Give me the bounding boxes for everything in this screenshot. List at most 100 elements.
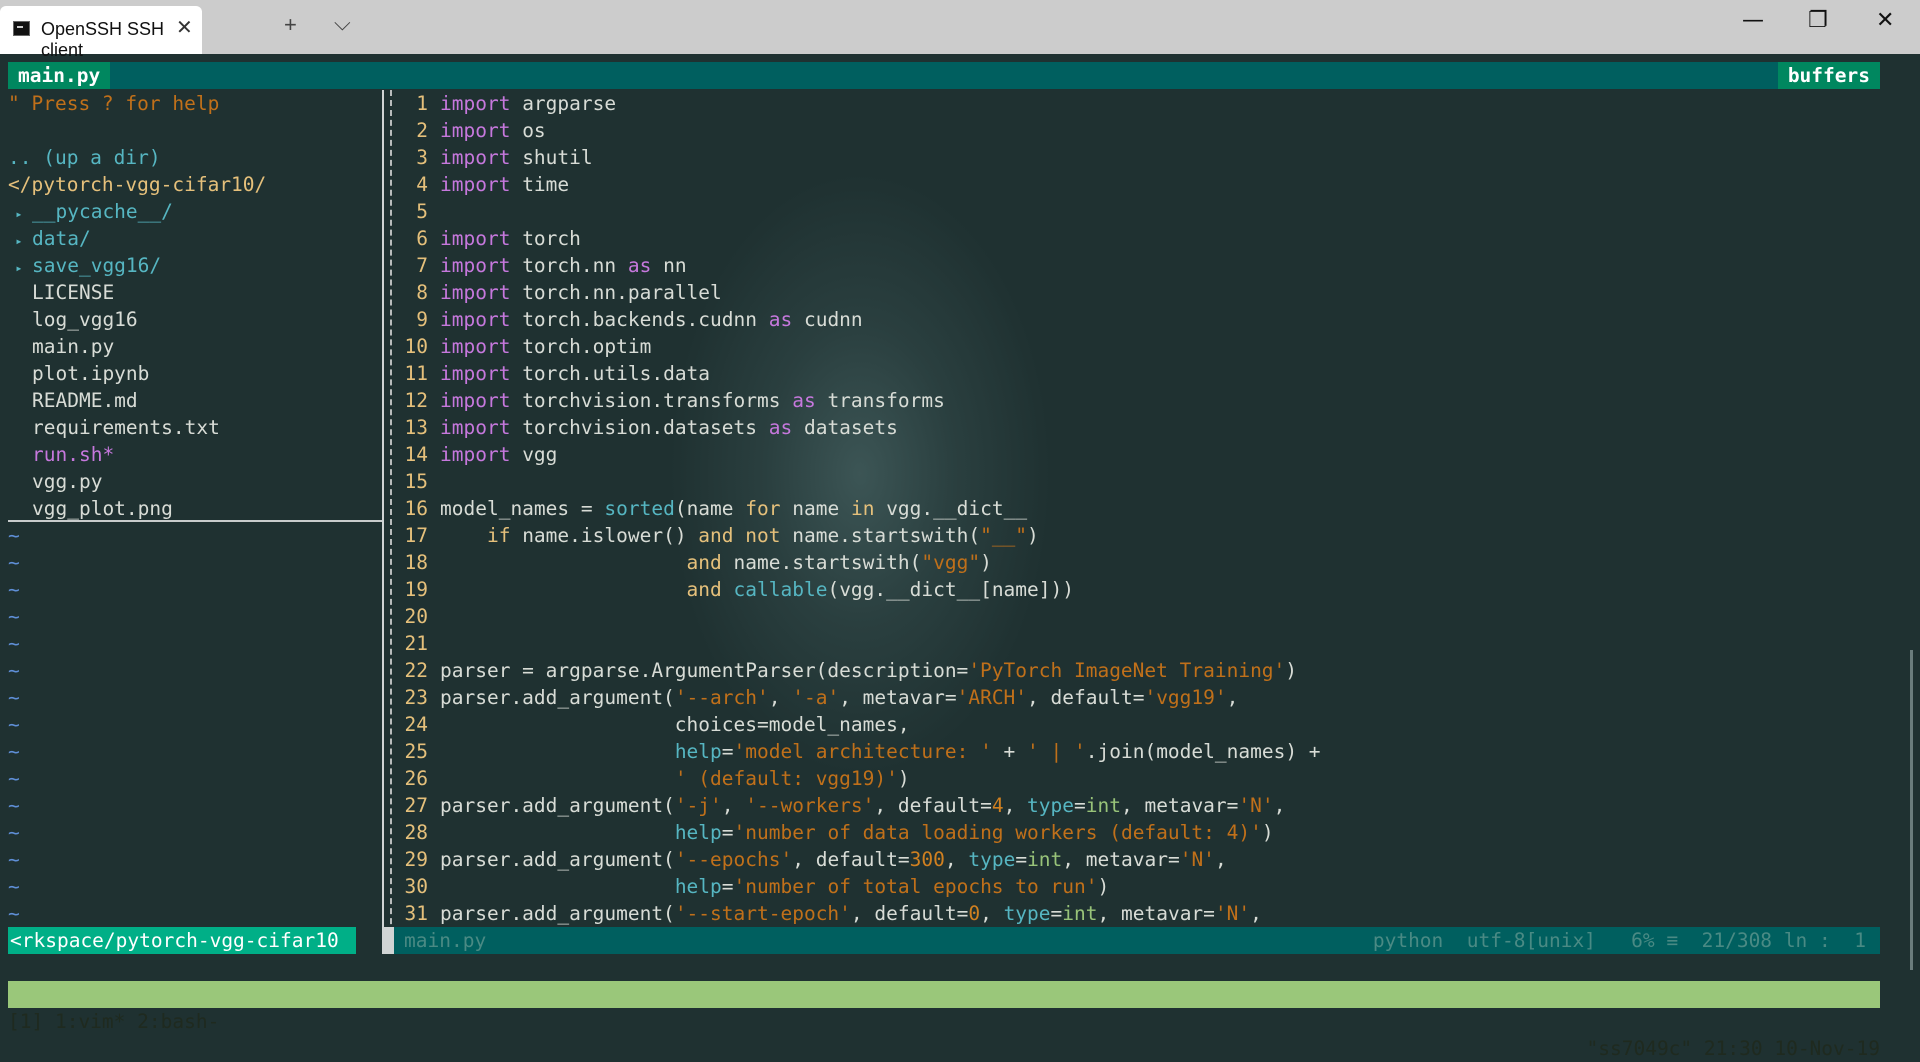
code-line[interactable]: 20 <box>396 603 440 630</box>
code-line[interactable]: 1 import argparse <box>396 90 616 117</box>
code-token: parser.add_argument( <box>440 794 675 817</box>
line-number: 3 <box>416 146 428 169</box>
tree-item[interactable]: LICENSE <box>8 279 382 306</box>
code-token: import <box>440 389 511 412</box>
tree-item-label: plot.ipynb <box>32 362 150 385</box>
help-hint-label: " Press ? for help <box>8 92 220 115</box>
terminal-tab[interactable]: OpenSSH SSH client ✕ <box>0 6 202 60</box>
tree-item[interactable]: ▸ __pycache__/ <box>8 198 382 225</box>
help-hint[interactable]: " Press ? for help <box>8 90 382 117</box>
status-filename: main.py <box>404 929 487 952</box>
code-token: torch <box>510 227 581 250</box>
tree-item[interactable]: ▸ data/ <box>8 225 382 252</box>
code-token: 'ARCH' <box>956 686 1028 709</box>
code-token: as <box>768 416 793 439</box>
line-number: 17 <box>404 524 428 547</box>
tree-item-label: vgg.py <box>32 470 103 493</box>
tree-item-label: requirements.txt <box>32 416 220 439</box>
scrollbar[interactable] <box>1910 650 1913 970</box>
minimize-button[interactable]: — <box>1742 8 1764 33</box>
code-token: parser = argparse.ArgumentParser(descrip… <box>440 659 969 682</box>
line-number: 1 <box>416 92 428 115</box>
tree-item[interactable]: requirements.txt <box>8 414 382 441</box>
code-line[interactable]: 30 help='number of total epochs to run') <box>396 873 1110 900</box>
tmux-windows[interactable]: [1] 1:vim* 2:bash- <box>8 1008 219 1035</box>
line-number: 22 <box>404 659 428 682</box>
code-token: argparse <box>510 92 617 115</box>
tree-item[interactable]: plot.ipynb <box>8 360 382 387</box>
code-token: '--start-epoch' <box>674 902 851 925</box>
code-line[interactable]: 9 import torch.backends.cudnn as cudnn <box>396 306 862 333</box>
code-line[interactable]: 10 import torch.optim <box>396 333 652 360</box>
code-token: sorted <box>604 497 675 520</box>
code-line[interactable]: 18 and name.startswith("vgg") <box>396 549 992 576</box>
code-line[interactable]: 11 import torch.utils.data <box>396 360 711 387</box>
code-line[interactable]: 24 choices=model_names, <box>396 711 910 738</box>
line-number: 23 <box>404 686 428 709</box>
tree-item[interactable]: README.md <box>8 387 382 414</box>
code-token: '--epochs' <box>674 848 793 871</box>
buffer-tab-main-py[interactable]: main.py <box>8 62 111 89</box>
tilde-line-label: ~ <box>8 605 20 628</box>
code-line[interactable]: 26 ' (default: vgg19)') <box>396 765 910 792</box>
tilde-line-label: ~ <box>8 659 20 682</box>
tree-item-label: vgg_plot.png <box>32 497 173 520</box>
tree-item[interactable]: vgg_plot.png <box>8 495 382 522</box>
close-button[interactable]: ✕ <box>1876 8 1894 33</box>
code-token: torch.nn <box>510 254 628 277</box>
status-encoding: utf-8[unix] <box>1466 929 1596 952</box>
code-token: ) <box>1097 875 1110 898</box>
code-line[interactable]: 12 import torchvision.transforms as trans… <box>396 387 945 414</box>
code-line[interactable]: 2 import os <box>396 117 545 144</box>
tab-dropdown-icon[interactable]: ⌵ <box>334 10 351 36</box>
code-token: "__" <box>980 524 1028 547</box>
tree-item[interactable]: main.py <box>8 333 382 360</box>
code-token: 'PyTorch ImageNet Training' <box>968 659 1286 682</box>
line-number: 27 <box>404 794 428 817</box>
code-line[interactable]: 21 <box>396 630 440 657</box>
code-line[interactable]: 5 <box>396 198 440 225</box>
code-token: = <box>1050 902 1063 925</box>
tab-close-icon[interactable]: ✕ <box>176 15 193 40</box>
code-line[interactable]: 8 import torch.nn.parallel <box>396 279 722 306</box>
tree-item-label: data/ <box>32 227 91 250</box>
code-line[interactable]: 3 import shutil <box>396 144 592 171</box>
code-token: help <box>674 875 722 898</box>
code-line[interactable]: 25 help='model architecture: ' + ' | '.j… <box>396 738 1321 765</box>
code-token: , default= <box>1027 686 1145 709</box>
code-line[interactable]: 27 parser.add_argument('-j', '--workers',… <box>396 792 1286 819</box>
code-line[interactable]: 16 model_names = sorted(name for name in … <box>396 495 1028 522</box>
code-token: as <box>627 254 652 277</box>
tilde-line: ~ <box>8 792 382 819</box>
code-line[interactable]: 29 parser.add_argument('--epochs', defaul… <box>396 846 1227 873</box>
tree-item[interactable]: run.sh* <box>8 441 382 468</box>
code-token: import <box>440 362 511 385</box>
new-tab-button[interactable]: + <box>284 12 297 38</box>
status-filetype: python <box>1372 929 1444 952</box>
code-line[interactable]: 17 if name.islower() and not name.starts… <box>396 522 1039 549</box>
code-line[interactable]: 19 and callable(vgg.__dict__[name])) <box>396 576 1074 603</box>
code-token: ) <box>1027 524 1039 547</box>
code-line[interactable]: 15 <box>396 468 440 495</box>
code-line[interactable]: 13 import torchvision.datasets as dataset… <box>396 414 898 441</box>
tree-item[interactable]: vgg.py <box>8 468 382 495</box>
tree-item[interactable]: ▸ save_vgg16/ <box>8 252 382 279</box>
code-line[interactable]: 23 parser.add_argument('--arch', '-a', me… <box>396 684 1239 711</box>
up-dir[interactable]: .. (up a dir) <box>8 144 382 171</box>
window-separator <box>382 90 392 954</box>
tree-item[interactable]: log_vgg16 <box>8 306 382 333</box>
code-line[interactable]: 22 parser = argparse.ArgumentParser(descr… <box>396 657 1298 684</box>
line-number: 18 <box>404 551 428 574</box>
code-token: datasets <box>792 416 898 439</box>
status-percent: 6% ≡ <box>1631 929 1679 952</box>
code-token: , <box>1250 902 1262 925</box>
restore-button[interactable]: ❐ <box>1808 8 1828 33</box>
code-line[interactable]: 6 import torch <box>396 225 581 252</box>
code-line[interactable]: 14 import vgg <box>396 441 558 468</box>
current-path[interactable]: </pytorch-vgg-cifar10/ <box>8 171 382 198</box>
code-line[interactable]: 4 import time <box>396 171 569 198</box>
code-line[interactable]: 28 help='number of data loading workers … <box>396 819 1274 846</box>
code-line[interactable]: 7 import torch.nn as nn <box>396 252 686 279</box>
code-line[interactable]: 31 parser.add_argument('--start-epoch', d… <box>396 900 1262 927</box>
